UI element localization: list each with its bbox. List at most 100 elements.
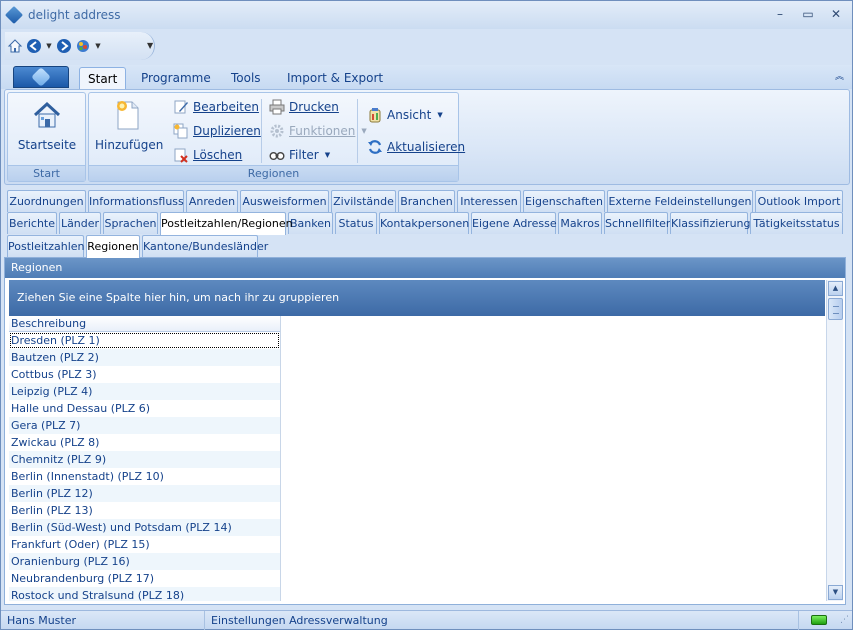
tab-eigenschaften[interactable]: Eigenschaften (523, 190, 605, 212)
ansicht-dropdown-icon: ▼ (437, 111, 443, 119)
maximize-button[interactable]: ▭ (798, 6, 818, 22)
tab-anreden[interactable]: Anreden (186, 190, 238, 212)
tab-laender[interactable]: Länder (59, 212, 101, 234)
tab-berichte[interactable]: Berichte (7, 212, 57, 234)
duplizieren-button[interactable]: Duplizieren (173, 121, 261, 141)
ribbon-tab-programme[interactable]: Programme (133, 67, 219, 89)
tab-branchen[interactable]: Branchen (398, 190, 455, 212)
regionen-grid: Beschreibung Dresden (PLZ 1) Bautzen (PL… (9, 316, 281, 601)
tab-zuordnungen[interactable]: Zuordnungen (7, 190, 86, 212)
group-by-panel[interactable]: Ziehen Sie eine Spalte hier hin, um nach… (9, 280, 825, 316)
minimize-button[interactable]: – (770, 6, 790, 22)
table-row[interactable]: Chemnitz (PLZ 9) (9, 451, 280, 468)
scroll-thumb[interactable] (828, 298, 843, 320)
table-row[interactable]: Berlin (Süd-West) und Potsdam (PLZ 14) (9, 519, 280, 536)
tab-regionen[interactable]: Regionen (86, 235, 140, 258)
tab-ausweisformen[interactable]: Ausweisformen (240, 190, 329, 212)
loeschen-button[interactable]: Löschen (173, 145, 242, 165)
resize-grip-icon[interactable]: ⋰ (840, 615, 849, 625)
filter-dropdown-icon: ▼ (324, 151, 331, 159)
grid-empty-area (281, 316, 825, 601)
app-menu-icon (31, 67, 51, 87)
ribbon-tab-start[interactable]: Start (79, 67, 127, 91)
ribbon-tab-tools[interactable]: Tools (223, 67, 269, 89)
bearbeiten-button[interactable]: Bearbeiten (173, 97, 259, 117)
quick-access-toolbar: ▼ ▼ (5, 32, 155, 60)
title-bar: delight address – ▭ ✕ (1, 1, 852, 29)
ribbon-separator (357, 99, 358, 163)
tab-postleitzahlen[interactable]: Postleitzahlen (7, 235, 85, 257)
printer-icon (269, 99, 285, 115)
palette-icon[interactable] (75, 38, 91, 54)
tab-interessen[interactable]: Interessen (457, 190, 521, 212)
ribbon-panel: Startseite Start Hinzufügen Bearbeiten D… (4, 89, 850, 185)
palette-dropdown-icon[interactable]: ▼ (94, 42, 102, 50)
tab-taetigkeitsstatus[interactable]: Tätigkeitsstatus (750, 212, 843, 234)
application-menu-button[interactable] (13, 66, 69, 88)
customize-toolbar-icon[interactable]: ▼ (147, 41, 153, 50)
drucken-button[interactable]: Drucken (269, 97, 339, 117)
tab-zivilstaende[interactable]: Zivilstände (331, 190, 396, 212)
status-user: Hans Muster (1, 611, 205, 630)
scroll-down-icon[interactable]: ▼ (828, 585, 843, 600)
status-message: Einstellungen Adressverwaltung (205, 611, 799, 630)
table-row[interactable]: Oranienburg (PLZ 16) (9, 553, 280, 570)
tab-informationsfluss[interactable]: Informationsfluss (88, 190, 184, 212)
table-row[interactable]: Cottbus (PLZ 3) (9, 366, 280, 383)
funktionen-button[interactable]: Funktionen ▼ (269, 121, 367, 141)
tab-kontakpersonen[interactable]: Kontakpersonen (379, 212, 469, 234)
app-window: delight address – ▭ ✕ ▼ ▼ ▼ Start Progra… (0, 0, 853, 630)
table-row[interactable]: Frankfurt (Oder) (PLZ 15) (9, 536, 280, 553)
tab-eigene-adresse[interactable]: Eigene Adresse (471, 212, 557, 234)
window-title: delight address (28, 8, 121, 22)
tab-outlook-import[interactable]: Outlook Import (755, 190, 843, 212)
regionen-panel: Regionen Ziehen Sie eine Spalte hier hin… (4, 257, 846, 605)
table-row[interactable]: Leipzig (PLZ 4) (9, 383, 280, 400)
table-row[interactable]: Neubrandenburg (PLZ 17) (9, 570, 280, 587)
home-icon[interactable] (7, 38, 23, 54)
table-row[interactable]: Berlin (PLZ 13) (9, 502, 280, 519)
table-row[interactable]: Berlin (PLZ 12) (9, 485, 280, 502)
status-bar: Hans Muster Einstellungen Adressverwaltu… (1, 610, 852, 630)
filter-button[interactable]: Filter ▼ (269, 145, 330, 165)
table-row[interactable]: Zwickau (PLZ 8) (9, 434, 280, 451)
hinzufuegen-button[interactable]: Hinzufügen (95, 99, 163, 152)
ansicht-button[interactable]: Ansicht ▼ (367, 105, 443, 125)
table-row[interactable]: Gera (PLZ 7) (9, 417, 280, 434)
funktionen-dropdown-icon: ▼ (361, 127, 367, 135)
tab-row-1: Zuordnungen Informationsfluss Anreden Au… (4, 190, 846, 212)
back-dropdown-icon[interactable]: ▼ (45, 42, 53, 50)
table-row[interactable]: Berlin (Innenstadt) (PLZ 10) (9, 468, 280, 485)
table-row[interactable]: Rostock und Stralsund (PLZ 18) (9, 587, 280, 601)
view-jar-icon (367, 107, 383, 123)
vertical-scrollbar[interactable]: ▲ ▼ (826, 280, 843, 601)
table-row[interactable]: Halle und Dessau (PLZ 6) (9, 400, 280, 417)
back-icon[interactable] (26, 38, 42, 54)
table-row[interactable]: Bautzen (PLZ 2) (9, 349, 280, 366)
tab-status[interactable]: Status (335, 212, 377, 234)
aktualisieren-label: Aktualisieren (387, 140, 466, 154)
collapse-ribbon-icon[interactable]: ︽ (835, 69, 844, 82)
scroll-up-icon[interactable]: ▲ (828, 281, 843, 296)
startseite-button[interactable]: Startseite (16, 99, 78, 152)
tab-postleitzahlen-regionen[interactable]: Postleitzahlen/Regionen (160, 212, 293, 235)
tab-externe-feldeinstellungen[interactable]: Externe Feldeinstellungen (607, 190, 753, 212)
table-row[interactable]: Dresden (PLZ 1) (9, 332, 280, 349)
tab-klassifizierung[interactable]: Klassifizierung (670, 212, 751, 234)
ribbon-group-start-label: Start (8, 165, 85, 181)
panel-title: Regionen (5, 258, 845, 278)
tab-kantone-bundeslaender[interactable]: Kantone/Bundesländer (142, 235, 268, 257)
forward-icon[interactable] (56, 38, 72, 54)
aktualisieren-button[interactable]: Aktualisieren (367, 137, 465, 157)
tab-sprachen[interactable]: Sprachen (103, 212, 158, 234)
ribbon-tab-import-export[interactable]: Import & Export (279, 67, 391, 89)
duplicate-icon (173, 123, 189, 139)
tab-schnellfilter[interactable]: Schnellfilter (604, 212, 670, 234)
new-document-icon (117, 101, 139, 130)
startseite-label: Startseite (17, 138, 77, 152)
refresh-icon (367, 139, 383, 155)
tab-makros[interactable]: Makros (558, 212, 602, 234)
column-header-beschreibung[interactable]: Beschreibung (9, 316, 280, 332)
close-button[interactable]: ✕ (826, 6, 846, 22)
tab-banken[interactable]: Banken (288, 212, 333, 234)
